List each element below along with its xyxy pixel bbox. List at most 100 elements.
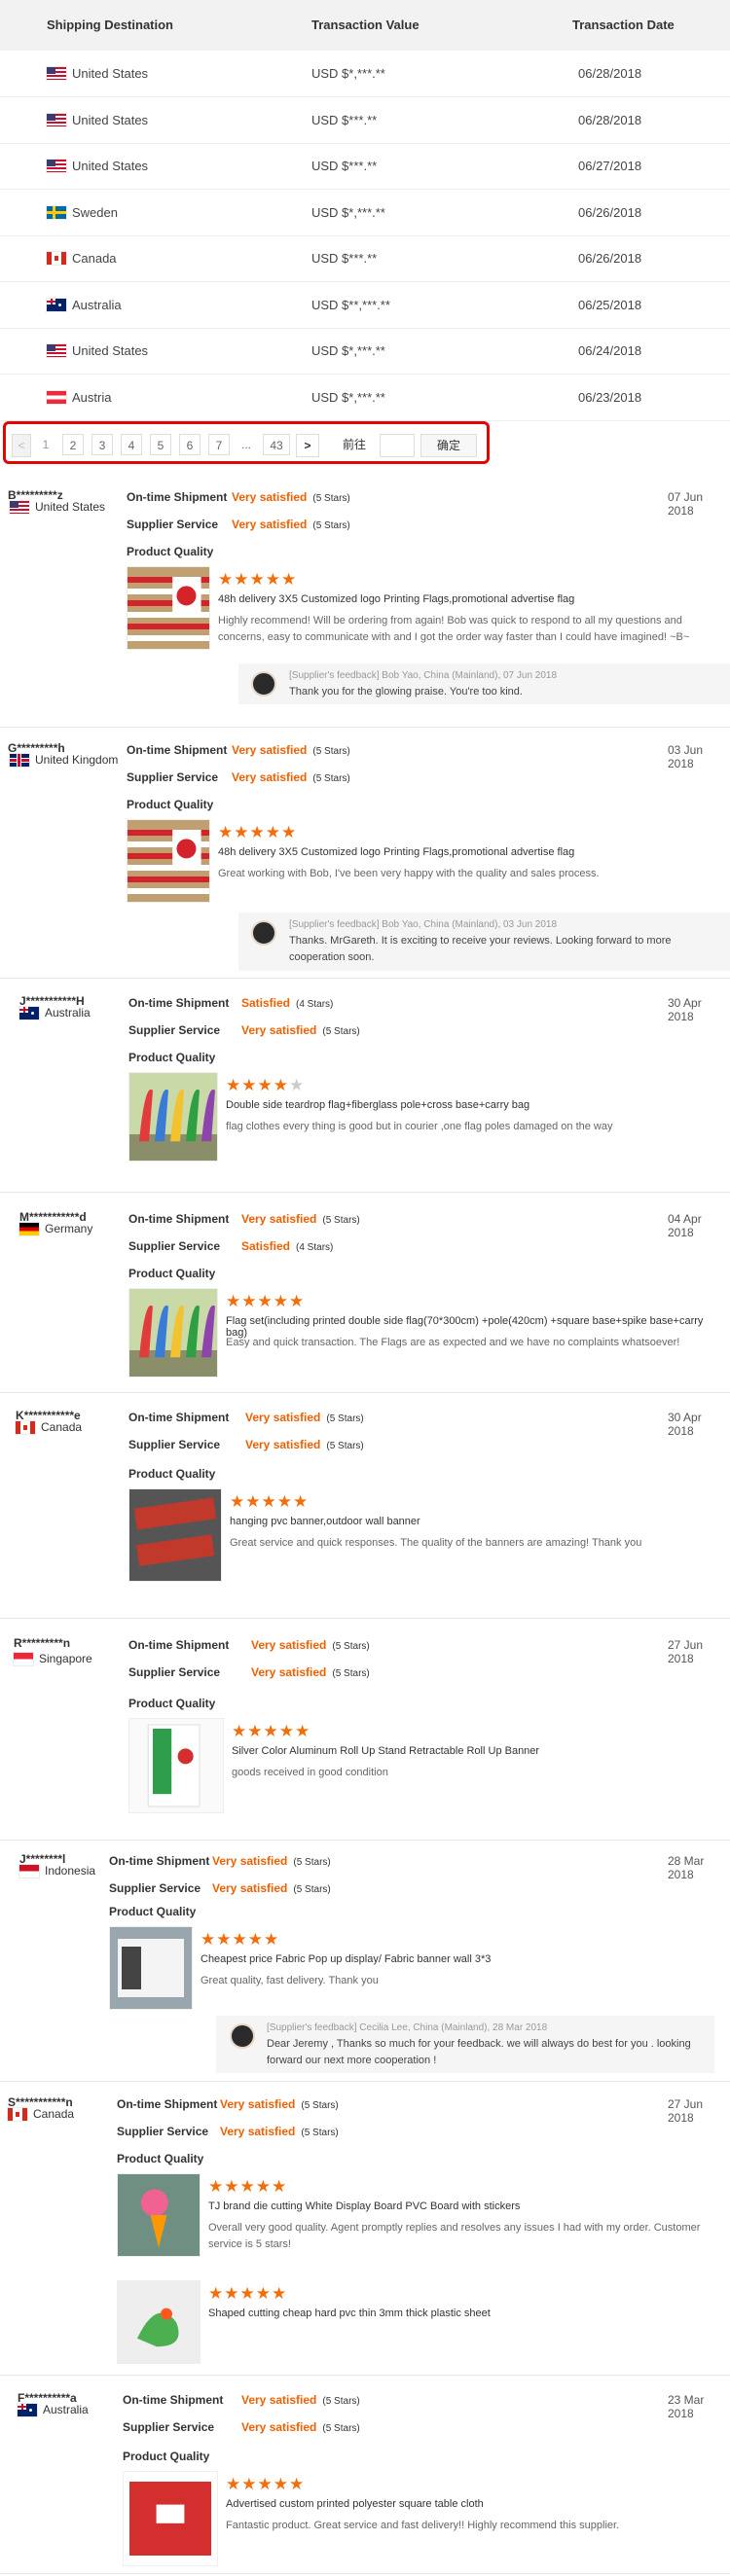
goto-confirm-button[interactable]: 确定 [420, 434, 477, 457]
shipment-rating-text: Very satisfied [232, 743, 308, 757]
review-card: R*********n Singapore On-time Shipment Supp… [0, 1625, 730, 1841]
product-name[interactable]: Shaped cutting cheap hard pvc thin 3mm t… [208, 2308, 720, 2319]
on-time-shipment-label: On-time Shipment [109, 1854, 210, 1868]
star-icon: ★ [216, 1930, 233, 1949]
shipment-rating: Satisfied (4 Stars) [241, 996, 333, 1010]
shipment-rating-text: Satisfied [241, 996, 291, 1010]
star-icon: ★ [289, 2475, 306, 2493]
service-rating-text: Very satisfied [241, 2420, 317, 2434]
supplier-feedback-header: [Supplier's feedback] Cecilia Lee, China… [267, 2022, 548, 2033]
product-thumbnail[interactable] [127, 566, 210, 650]
supplier-avatar [251, 671, 276, 697]
transaction-value: USD $*,***.** [311, 389, 385, 405]
product-rating-stars: ★★★★★ [208, 2177, 287, 2197]
transaction-row: United States USD $*,***.** 06/24/2018 [0, 328, 730, 375]
product-rating-stars: ★★★★★ [226, 2475, 305, 2494]
shipment-stars-count: (5 Stars) [293, 1857, 331, 1868]
star-icon: ★ [264, 1930, 280, 1949]
page-7-button[interactable]: 7 [208, 434, 230, 455]
on-time-shipment-label: On-time Shipment [128, 1411, 230, 1424]
product-thumbnail[interactable] [117, 2280, 201, 2364]
product-name[interactable]: TJ brand die cutting White Display Board… [208, 2200, 720, 2212]
product-name[interactable]: Cheapest price Fabric Pop up display/ Fa… [201, 1953, 720, 1965]
prev-page-button[interactable]: < [12, 434, 31, 457]
supplier-service-label: Supplier Service [123, 2420, 215, 2434]
product-name[interactable]: hanging pvc banner,outdoor wall banner [230, 1516, 720, 1527]
product-thumbnail[interactable] [128, 1072, 218, 1162]
flag-icon-id [19, 1864, 39, 1878]
buyer-country: Singapore [14, 1652, 92, 1665]
buyer-country-name: Indonesia [45, 1864, 96, 1878]
page-4-button[interactable]: 4 [121, 434, 142, 455]
star-icon: ★ [232, 1930, 248, 1949]
supplier-feedback-body: Thanks. MrGareth. It is exciting to rece… [289, 935, 672, 963]
goto-page-input[interactable] [380, 434, 415, 457]
product-name[interactable]: 48h delivery 3X5 Customized logo Printin… [218, 846, 720, 858]
page-1-button[interactable]: 1 [35, 434, 56, 455]
shipment-rating-text: Very satisfied [232, 490, 308, 504]
shipment-stars-count: (5 Stars) [312, 746, 350, 757]
transaction-row: United States USD $***.** 06/27/2018 [0, 143, 730, 190]
transaction-destination: Australia [47, 298, 122, 312]
page-5-button[interactable]: 5 [150, 434, 171, 455]
shipment-stars-count: (4 Stars) [296, 999, 334, 1010]
transaction-date: 06/23/2018 [578, 389, 642, 405]
supplier-avatar [251, 920, 276, 946]
supplier-feedback: [Supplier's feedback] Bob Yao, China (Ma… [238, 663, 730, 704]
service-rating-text: Very satisfied [232, 518, 308, 531]
product-thumbnail[interactable] [109, 1926, 193, 2010]
review-divider [0, 727, 730, 728]
product-thumbnail[interactable] [128, 1718, 224, 1813]
star-icon: ★ [249, 570, 266, 589]
service-rating: Very satisfied (5 Stars) [232, 518, 350, 531]
buyer-name: R*********n [14, 1636, 71, 1650]
flag-icon-us [47, 160, 66, 172]
review-comment: flag clothes every thing is good but in … [226, 1121, 613, 1132]
product-name[interactable]: Silver Color Aluminum Roll Up Stand Retr… [232, 1745, 720, 1757]
review-comment: goods received in good condition [232, 1767, 388, 1778]
star-icon: ★ [265, 570, 281, 589]
page-2-button[interactable]: 2 [62, 434, 84, 455]
page-3-button[interactable]: 3 [91, 434, 113, 455]
transaction-destination: United States [47, 159, 148, 173]
review-divider [0, 1192, 730, 1193]
shipment-stars-count: (5 Stars) [326, 1413, 364, 1424]
service-stars-count: (5 Stars) [293, 1884, 331, 1895]
review-divider [0, 2375, 730, 2376]
product-thumbnail[interactable] [127, 819, 210, 903]
review-card: B*********z United States On-time Shipment… [0, 477, 730, 728]
transaction-value: USD $***.** [311, 251, 378, 266]
page-6-button[interactable]: 6 [179, 434, 201, 455]
product-thumbnail[interactable] [123, 2471, 218, 2566]
star-icon: ★ [255, 2177, 272, 2196]
service-rating-text: Very satisfied [232, 770, 308, 784]
star-icon: ★ [289, 1292, 306, 1310]
flag-icon-au [47, 298, 66, 311]
flag-icon-gb [10, 753, 29, 767]
review-divider [0, 2081, 730, 2082]
shipment-rating: Very satisfied (5 Stars) [212, 1854, 331, 1868]
product-rating-stars: ★★★★★ [226, 1292, 305, 1311]
product-name[interactable]: 48h delivery 3X5 Customized logo Printin… [218, 593, 720, 605]
product-thumbnail[interactable] [128, 1288, 218, 1377]
star-icon: ★ [224, 2177, 240, 2196]
review-date: 30 Apr 2018 [668, 996, 702, 1023]
product-thumbnail[interactable] [128, 1488, 222, 1582]
review-card: M***********d Germany On-time Shipment Supp… [0, 1199, 730, 1393]
page-43-button[interactable]: 43 [263, 434, 290, 455]
service-rating: Very satisfied (5 Stars) [212, 1881, 331, 1895]
buyer-country-name: Canada [41, 1420, 83, 1434]
star-icon: ★ [261, 1492, 277, 1511]
destination-country: Austria [72, 389, 112, 405]
service-rating-text: Very satisfied [212, 1881, 288, 1895]
product-name[interactable]: Advertised custom printed polyester squa… [226, 2498, 720, 2510]
product-name[interactable]: Double side teardrop flag+fiberglass pol… [226, 1099, 720, 1111]
product-thumbnail[interactable] [117, 2173, 201, 2257]
service-rating: Very satisfied (5 Stars) [241, 1023, 360, 1037]
shipment-stars-count: (5 Stars) [301, 2100, 339, 2111]
star-icon: ★ [273, 2475, 289, 2493]
buyer-country-name: Australia [45, 1006, 91, 1020]
star-icon: ★ [265, 823, 281, 841]
on-time-shipment-label: On-time Shipment [128, 1638, 230, 1652]
next-page-button[interactable]: > [296, 434, 319, 457]
